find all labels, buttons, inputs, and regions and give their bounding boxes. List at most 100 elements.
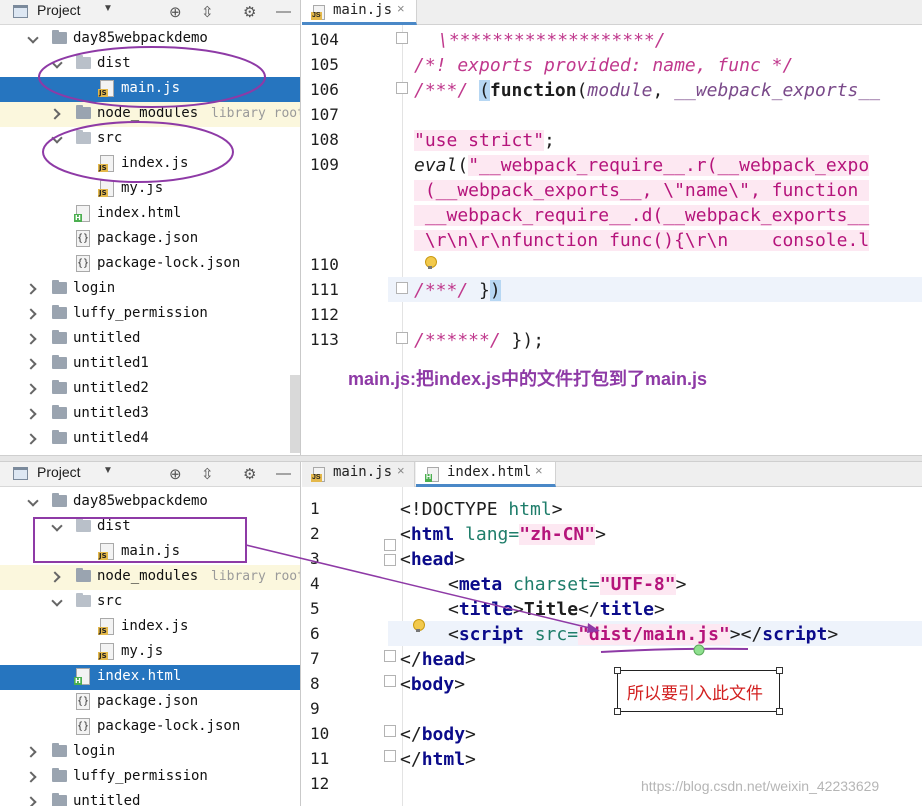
chevron-right-icon[interactable] (28, 744, 38, 758)
collapse-all-icon[interactable]: ⇳ (201, 3, 214, 21)
tab-index-html[interactable]: H index.html × (416, 462, 556, 487)
project-panel-title[interactable]: Project (37, 464, 81, 480)
folder-icon (52, 355, 67, 369)
tree-item-label: src (97, 593, 123, 609)
project-panel-header[interactable]: Project ▼ ⊕ ⇳ ⚙ — (0, 462, 300, 487)
fold-marker[interactable] (384, 675, 396, 687)
chevron-right-icon[interactable] (28, 381, 38, 395)
fold-marker[interactable] (384, 725, 396, 737)
fold-marker[interactable] (396, 32, 408, 44)
minimize-icon[interactable]: — (276, 3, 291, 20)
close-icon[interactable]: × (397, 1, 405, 16)
tree-item-dist[interactable]: dist (0, 52, 300, 77)
lightbulb-icon[interactable] (412, 619, 425, 633)
minimize-icon[interactable]: — (276, 465, 291, 482)
tree-item-untitled2[interactable]: untitled2 (0, 377, 300, 402)
gear-icon[interactable]: ⚙ (243, 465, 256, 483)
line-number: 113 (310, 330, 339, 349)
line-number: 5 (310, 599, 320, 618)
chevron-right-icon[interactable] (28, 331, 38, 345)
tree-item-package-lock-json[interactable]: {} package-lock.json (0, 252, 300, 277)
top-ide-pane: Project ▼ ⊕ ⇳ ⚙ — day85webpackdemo dist JS… (0, 0, 922, 455)
tree-item-untitled3[interactable]: untitled3 (0, 402, 300, 427)
tree-item-untitled[interactable]: untitled (0, 790, 300, 806)
tree-item-untitled1[interactable]: untitled1 (0, 352, 300, 377)
chevron-down-icon[interactable] (52, 56, 62, 70)
resize-handle[interactable] (614, 667, 621, 674)
chevron-down-icon[interactable] (28, 494, 38, 508)
tab-main-js[interactable]: JS main.js × (302, 0, 417, 25)
tree-item-login[interactable]: login (0, 740, 300, 765)
fold-marker[interactable] (396, 332, 408, 344)
code-line-106: /***/ (function(module, __webpack_export… (414, 80, 881, 101)
tree-item-untitled4[interactable]: untitled4 (0, 427, 300, 452)
fold-marker[interactable] (384, 554, 396, 566)
collapse-all-icon[interactable]: ⇳ (201, 465, 214, 483)
code-line-113: /******/ }); (414, 330, 545, 351)
fold-marker[interactable] (384, 539, 396, 551)
close-icon[interactable]: × (397, 463, 405, 478)
folder-icon (52, 380, 67, 394)
tree-item-login[interactable]: login (0, 277, 300, 302)
tree-item-main-js[interactable]: JS main.js (0, 540, 300, 565)
json-file-icon: {} (76, 255, 90, 272)
resize-handle[interactable] (776, 667, 783, 674)
locate-icon[interactable]: ⊕ (169, 465, 182, 483)
tree-item-day85webpackdemo[interactable]: day85webpackdemo (0, 27, 300, 52)
chevron-right-icon[interactable] (28, 769, 38, 783)
folder-icon (52, 280, 67, 294)
tree-item-my-js[interactable]: JS my.js (0, 177, 300, 202)
tree-item-package-lock-json[interactable]: {} package-lock.json (0, 715, 300, 740)
tree-item-label: day85webpackdemo (73, 30, 208, 46)
tree-item-day85webpackdemo[interactable]: day85webpackdemo (0, 490, 300, 515)
gear-icon[interactable]: ⚙ (243, 3, 256, 21)
chevron-right-icon[interactable] (28, 356, 38, 370)
tree-item-src[interactable]: src (0, 127, 300, 152)
locate-icon[interactable]: ⊕ (169, 3, 182, 21)
chevron-down-icon[interactable]: ▼ (103, 3, 113, 14)
tree-item-node-modules[interactable]: node_modules library root (0, 102, 300, 127)
tree-item-luffy-permission[interactable]: luffy_permission (0, 765, 300, 790)
project-panel-title[interactable]: Project (37, 2, 81, 18)
code-line-2: <html lang="zh-CN"> (400, 524, 606, 545)
tree-item-src[interactable]: src (0, 590, 300, 615)
resize-handle[interactable] (614, 708, 621, 715)
chevron-down-icon[interactable]: ▼ (103, 465, 113, 476)
project-scrollbar[interactable] (290, 375, 300, 453)
chevron-right-icon[interactable] (28, 306, 38, 320)
tree-item-my-js[interactable]: JS my.js (0, 640, 300, 665)
tree-item-luffy-permission[interactable]: luffy_permission (0, 302, 300, 327)
tree-item-dist[interactable]: dist (0, 515, 300, 540)
fold-marker[interactable] (384, 750, 396, 762)
close-icon[interactable]: × (535, 463, 543, 478)
chevron-right-icon[interactable] (28, 406, 38, 420)
chevron-down-icon[interactable] (52, 131, 62, 145)
tree-item-node-modules[interactable]: node_modules library root (0, 565, 300, 590)
tree-item-index-html[interactable]: Hindex.html (0, 665, 300, 690)
fold-marker[interactable] (384, 650, 396, 662)
fold-marker[interactable] (396, 82, 408, 94)
tree-item-index-js[interactable]: JS index.js (0, 152, 300, 177)
chevron-right-icon[interactable] (52, 106, 62, 120)
chevron-right-icon[interactable] (28, 281, 38, 295)
chevron-down-icon[interactable] (52, 594, 62, 608)
chevron-down-icon[interactable] (52, 519, 62, 533)
tree-item-index-html[interactable]: Hindex.html (0, 202, 300, 227)
tree-item-package-json[interactable]: {} package.json (0, 227, 300, 252)
tree-item-main-js[interactable]: JS main.js (0, 77, 300, 102)
tab-main-js[interactable]: JS main.js × (302, 462, 415, 487)
chevron-right-icon[interactable] (28, 794, 38, 806)
tree-item-label: untitled2 (73, 380, 149, 396)
tree-item-index-js[interactable]: JS index.js (0, 615, 300, 640)
tree-item-label: package.json (97, 693, 199, 709)
tab-label: main.js (333, 2, 393, 18)
tree-item-package-json[interactable]: {} package.json (0, 690, 300, 715)
project-panel-header[interactable]: Project ▼ ⊕ ⇳ ⚙ — (0, 0, 300, 25)
fold-marker[interactable] (396, 282, 408, 294)
chevron-right-icon[interactable] (52, 569, 62, 583)
chevron-down-icon[interactable] (28, 31, 38, 45)
resize-handle[interactable] (776, 708, 783, 715)
tree-item-untitled[interactable]: untitled (0, 327, 300, 352)
lightbulb-icon[interactable] (424, 256, 437, 270)
chevron-right-icon[interactable] (28, 431, 38, 445)
